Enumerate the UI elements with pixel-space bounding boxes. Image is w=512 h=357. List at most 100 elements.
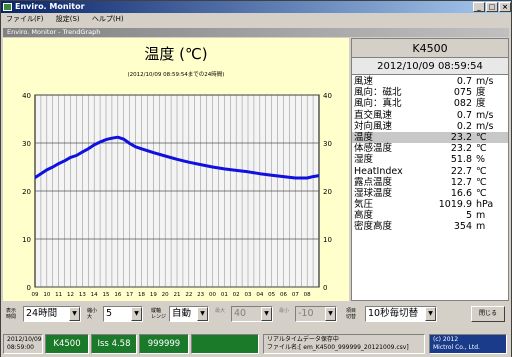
reading-unit: ℃: [476, 143, 487, 155]
max-label: 最大: [215, 308, 226, 314]
x-tick-label: 00: [209, 292, 216, 298]
reading-row[interactable]: 風向：磁北 075 度: [352, 87, 508, 98]
reading-value: 12.7: [450, 176, 472, 188]
reading-label: 高度: [354, 210, 374, 222]
close-window-button[interactable]: 閉じる: [471, 306, 505, 322]
reading-row[interactable]: HeatIndex 22.7 ℃: [352, 166, 508, 177]
period-select[interactable]: 24時間 ▼: [23, 306, 81, 322]
chevron-down-icon: ▼: [425, 307, 436, 321]
maximize-button[interactable]: □: [486, 2, 498, 12]
reading-value: 082: [453, 98, 472, 110]
menu-help[interactable]: ヘルプ(H): [87, 13, 129, 25]
reading-unit: m/s: [476, 109, 494, 121]
reading-row[interactable]: 露点温度 12.7 ℃: [352, 177, 508, 188]
reading-label: HeatIndex: [354, 165, 403, 177]
x-tick-label: 22: [185, 292, 192, 298]
reading-label: 湿度: [354, 154, 374, 166]
y-tick-label-left: 30: [22, 140, 31, 148]
reading-value: 23.2: [450, 131, 472, 143]
minimize-button[interactable]: _: [473, 2, 485, 12]
status-indicator: [191, 334, 259, 354]
reading-unit: 度: [476, 98, 486, 110]
x-tick-label: 15: [103, 292, 110, 298]
switch-select[interactable]: 10秒毎切替 ▼: [365, 306, 437, 322]
reading-value: 0.2: [456, 120, 472, 132]
title-bar[interactable]: Enviro. Monitor _ □ ×: [1, 1, 511, 13]
x-tick-label: 01: [221, 292, 228, 298]
reading-value: 22.7: [450, 165, 472, 177]
scale-select[interactable]: 5 ▼: [103, 306, 143, 322]
chevron-down-icon: ▼: [197, 307, 208, 321]
reading-value: 16.6: [450, 187, 472, 199]
min-select[interactable]: -10 ▼: [295, 306, 337, 322]
y-tick-label-right: 40: [323, 92, 332, 100]
y-tick-label-left: 20: [22, 188, 31, 196]
x-tick-label: 03: [245, 292, 252, 298]
x-tick-label: 07: [292, 292, 299, 298]
reading-label: 風向：磁北: [354, 87, 402, 99]
current-datetime: 2012/10/09 08:59:54: [352, 58, 508, 75]
x-tick-label: 13: [79, 292, 86, 298]
x-tick-label: 12: [67, 292, 74, 298]
reading-label: 温度: [354, 131, 374, 143]
range-label: 縦軸 レンジ: [151, 308, 167, 320]
reading-label: 対向風速: [354, 120, 393, 132]
x-tick-label: 23: [197, 292, 204, 298]
x-tick-label: 16: [114, 292, 121, 298]
reading-row[interactable]: 湿度 51.8%: [352, 154, 508, 165]
menu-settings[interactable]: 設定(S): [51, 13, 85, 25]
close-button[interactable]: ×: [499, 2, 511, 12]
status-datetime: 2012/10/09 08:59:00: [3, 334, 43, 354]
x-tick-label: 14: [91, 292, 98, 298]
control-bar: 表示 時間 24時間 ▼ 縮小大 5 ▼ 縦軸 レンジ 自動 ▼ 最大 40 ▼ 最小 -1…: [3, 305, 509, 325]
reading-row[interactable]: 温度 23.2 ℃: [352, 131, 508, 144]
max-select[interactable]: 40 ▼: [231, 306, 273, 322]
y-tick-label-right: 30: [323, 140, 332, 148]
readings-panel: K4500 2012/10/09 08:59:54 風速 0.7 m/s 風向：磁北 0…: [351, 38, 509, 301]
menu-bar: ファイル(F) 設定(S) ヘルプ(H): [1, 13, 511, 25]
x-tick-label: 08: [304, 292, 311, 298]
menu-file[interactable]: ファイル(F): [1, 13, 49, 25]
x-tick-label: 02: [233, 292, 240, 298]
reading-label: 気圧: [354, 199, 374, 211]
x-tick-label: 17: [126, 292, 133, 298]
reading-row[interactable]: 湿球温度 16.6 ℃: [352, 188, 508, 199]
chevron-down-icon: ▼: [69, 307, 80, 321]
y-tick-label-right: 10: [323, 236, 332, 244]
reading-value: 354: [453, 221, 472, 233]
reading-row[interactable]: 体感温度 23.2 ℃: [352, 143, 508, 154]
reading-row[interactable]: 風速 0.7 m/s: [352, 76, 508, 87]
reading-value: 51.8: [450, 154, 472, 166]
reading-row[interactable]: 直交風速 0.7 m/s: [352, 110, 508, 121]
x-tick-label: 20: [162, 292, 169, 298]
reading-unit: m/s: [476, 120, 494, 132]
reading-row[interactable]: 風向：真北 082 度: [352, 98, 508, 109]
status-bar: 2012/10/09 08:59:00 K4500 Iss 4.58 999999…: [1, 331, 511, 357]
chevron-down-icon: ▼: [261, 307, 272, 321]
reading-label: 湿球温度: [354, 187, 393, 199]
reading-label: 風向：真北: [354, 98, 402, 110]
trend-chart-panel: 温度 (℃) (2012/10/09 08:59:54までの24時間) 0 0 10…: [3, 38, 349, 301]
x-tick-label: 10: [43, 292, 50, 298]
reading-unit: ℃: [476, 165, 487, 177]
status-code: 999999: [139, 334, 189, 354]
trend-chart: 0 010 1020 2030 3040 4009 10 11 12 13 14 15 16 17 18 19…: [22, 92, 332, 298]
window-title: Enviro. Monitor: [15, 2, 85, 11]
min-label: 最小: [279, 308, 290, 314]
reading-row[interactable]: 対向風速 0.2 m/s: [352, 121, 508, 132]
reading-row[interactable]: 気圧 1019.9 hPa: [352, 199, 508, 210]
reading-unit: 度: [476, 87, 486, 99]
reading-row[interactable]: 密度高度 354 m: [352, 221, 508, 232]
x-tick-label: 04: [256, 292, 263, 298]
x-tick-label: 21: [174, 292, 181, 298]
reading-value: 5: [465, 210, 472, 222]
y-tick-label-right: 20: [323, 188, 332, 196]
range-select[interactable]: 自動 ▼: [169, 306, 209, 322]
reading-unit: ℃: [476, 187, 487, 199]
reading-row[interactable]: 高度 5 m: [352, 210, 508, 221]
reading-unit: %: [476, 154, 486, 166]
period-label: 表示 時間: [6, 308, 17, 320]
reading-label: 風速: [354, 76, 374, 87]
reading-label: 密度高度: [354, 221, 393, 233]
chevron-down-icon: ▼: [325, 307, 336, 321]
